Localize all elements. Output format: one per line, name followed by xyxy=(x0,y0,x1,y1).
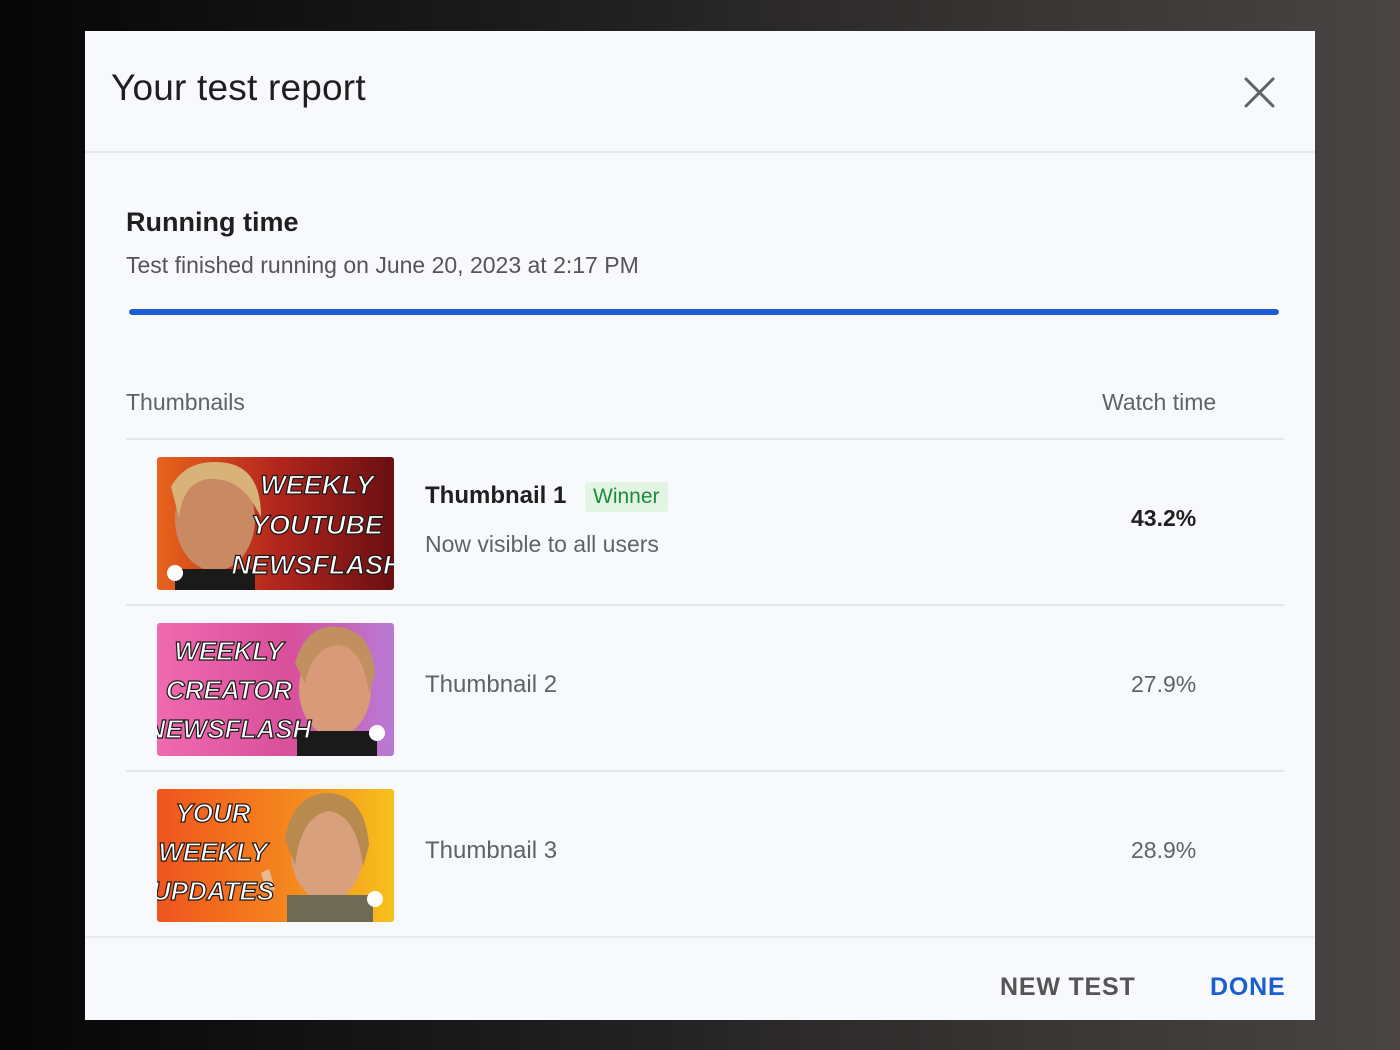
thumbnail-name: Thumbnail 1 xyxy=(425,482,567,509)
thumbnail-image-3[interactable]: YOUR WEEKLY UPDATES xyxy=(157,789,394,922)
table-row: WEEKLY YOUTUBE NEWSFLASH Thumbnail 1 Win… xyxy=(126,440,1284,604)
thumb-text-line: WEEKLY xyxy=(260,470,376,500)
table-row: YOUR WEEKLY UPDATES Thumbnail 3 28.9% xyxy=(126,772,1284,936)
watch-time-value: 43.2% xyxy=(1131,505,1197,531)
thumb-text-line: CREATOR xyxy=(166,675,292,705)
running-time-progress-bar xyxy=(129,309,1279,315)
watch-time-value: 27.9% xyxy=(1131,671,1197,697)
column-header-watch-time: Watch time xyxy=(1102,389,1217,415)
thumb-text-line: NEWSFLASH xyxy=(232,550,395,580)
thumb-text-line: UPDATES xyxy=(157,876,275,906)
thumbnail-image-1[interactable]: WEEKLY YOUTUBE NEWSFLASH xyxy=(157,457,394,590)
close-button[interactable] xyxy=(1237,71,1281,115)
test-report-dialog: Your test report Running time Test finis… xyxy=(85,31,1315,1020)
thumb-text-line: YOUR xyxy=(175,798,250,828)
dialog-title: Your test report xyxy=(111,67,366,108)
running-time-subtitle: Test finished running on June 20, 2023 a… xyxy=(126,252,639,278)
thumbnail-image-2[interactable]: WEEKLY CREATOR NEWSFLASH xyxy=(157,623,394,756)
watch-time-value: 28.9% xyxy=(1131,837,1197,863)
thumb-text-line: YOUTUBE xyxy=(251,510,384,540)
thumb-text-line: NEWSFLASH xyxy=(157,714,313,744)
dialog-footer: NEW TEST DONE xyxy=(85,936,1315,1020)
winner-badge: Winner xyxy=(585,482,668,512)
column-header-thumbnails: Thumbnails xyxy=(126,389,245,415)
new-test-button[interactable]: NEW TEST xyxy=(1000,973,1136,1002)
progress-fill xyxy=(129,309,1279,315)
thumb-text-line: WEEKLY xyxy=(158,837,270,867)
thumbnail-status: Now visible to all users xyxy=(425,531,659,557)
thumbnail-name: Thumbnail 3 xyxy=(425,837,558,864)
dialog-header: Your test report xyxy=(85,31,1315,153)
running-time-heading: Running time xyxy=(126,207,299,237)
thumb-text-line: WEEKLY xyxy=(174,636,286,666)
table-row: WEEKLY CREATOR NEWSFLASH Thumbnail 2 27.… xyxy=(126,606,1284,770)
done-button[interactable]: DONE xyxy=(1210,973,1285,1002)
close-icon xyxy=(1244,77,1275,108)
thumbnail-name: Thumbnail 2 xyxy=(425,671,558,698)
